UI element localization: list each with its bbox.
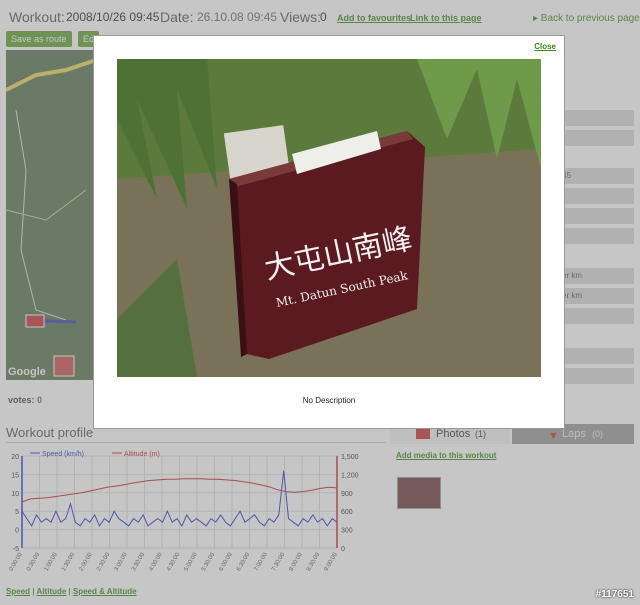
close-button[interactable]: Close [534,42,556,51]
photo-modal: Close 大屯山南峰 Mt. Datun South Peak No Desc… [93,35,565,429]
photo-image: 大屯山南峰 Mt. Datun South Peak [117,59,541,377]
photo-description: No Description [302,396,356,405]
image-id-watermark: #117651 [595,589,634,600]
